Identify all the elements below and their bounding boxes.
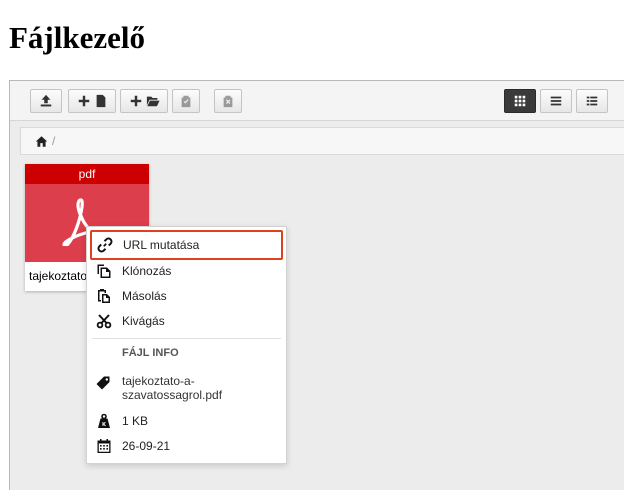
file-info-name: tajekoztato-a-szavatossagrol.pdf	[122, 374, 223, 402]
paste-icon	[98, 289, 110, 303]
list-icon	[550, 96, 562, 106]
menu-item-label: Klónozás	[122, 264, 172, 278]
breadcrumb: /	[20, 127, 624, 155]
view-list-button[interactable]	[540, 89, 572, 113]
clipboard-x-icon	[223, 95, 233, 108]
menu-item-label: URL mutatása	[123, 238, 200, 252]
view-grid-button[interactable]	[504, 89, 536, 113]
menu-item-cut[interactable]: Kivágás	[87, 309, 286, 333]
file-size-value: 1 KB	[122, 414, 149, 428]
menu-divider	[92, 338, 281, 339]
plus-icon	[78, 95, 89, 107]
menu-item-copy[interactable]: Másolás	[87, 284, 286, 308]
plus-icon	[130, 95, 141, 107]
file-info-size: 1 KB	[87, 409, 286, 433]
file-type-label: pdf	[25, 164, 149, 184]
menu-item-show-url[interactable]: URL mutatása	[90, 230, 283, 260]
file-date-value: 26-09-21	[122, 439, 171, 453]
home-icon[interactable]	[35, 135, 48, 148]
grid-icon	[514, 95, 526, 107]
file-info-date: 26-09-21	[87, 434, 286, 458]
weight-icon	[98, 413, 110, 428]
page-title: Fájlkezelő	[9, 20, 146, 55]
clipboard-check-icon	[181, 95, 191, 108]
new-file-button[interactable]	[68, 89, 116, 113]
scissors-icon	[96, 314, 112, 329]
upload-icon	[40, 94, 52, 107]
tag-icon	[96, 376, 110, 390]
paste-button[interactable]	[172, 89, 200, 113]
new-folder-button[interactable]	[120, 89, 168, 113]
menu-item-clone[interactable]: Klónozás	[87, 259, 286, 283]
link-icon	[97, 237, 113, 253]
file-info-header: FÁJL INFO	[122, 347, 179, 359]
view-details-button[interactable]	[576, 89, 608, 113]
file-icon	[96, 94, 105, 108]
menu-item-label: Másolás	[122, 289, 167, 303]
context-menu: URL mutatása Klónozás Másolás Kivágás FÁ…	[86, 226, 287, 464]
calendar-icon	[97, 439, 111, 453]
clear-clipboard-button[interactable]	[214, 89, 242, 113]
upload-button[interactable]	[30, 89, 62, 113]
details-list-icon	[586, 96, 598, 106]
toolbar	[10, 81, 624, 121]
copy-icon	[97, 264, 111, 278]
menu-item-label: Kivágás	[122, 314, 165, 328]
breadcrumb-separator: /	[52, 134, 56, 148]
folder-open-icon	[146, 96, 160, 107]
